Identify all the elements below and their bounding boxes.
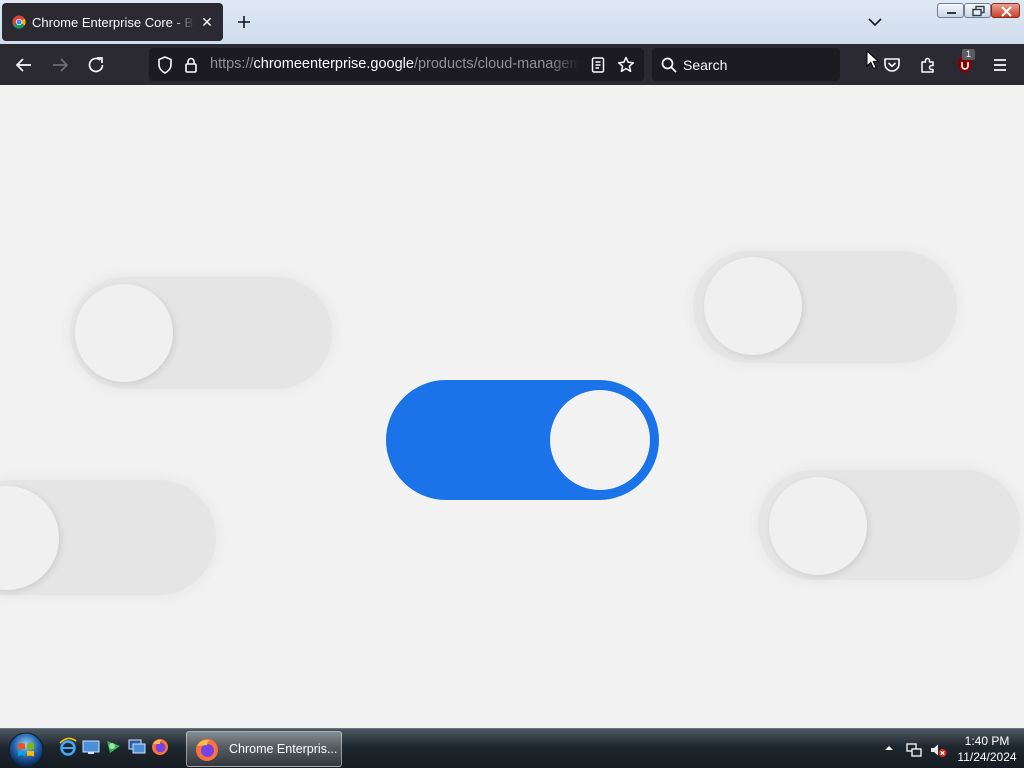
tab-close-button[interactable]: ✕ <box>199 14 215 31</box>
navigation-toolbar: https://chromeenterprise.google/products… <box>0 44 1024 85</box>
minimize-icon <box>947 12 956 14</box>
pocket-icon[interactable] <box>880 53 904 77</box>
tab-title: Chrome Enterprise Core - Browser Managem… <box>32 14 195 30</box>
volume-muted-icon[interactable] <box>929 741 947 759</box>
close-icon <box>1001 6 1012 17</box>
list-all-tabs-button[interactable] <box>864 11 886 33</box>
decorative-toggle-off <box>0 480 216 595</box>
extension-badge-count: 1 <box>962 49 975 60</box>
url-scheme: https:// <box>210 56 254 72</box>
taskbar-firefox-window-button[interactable]: Chrome Enterpris... <box>186 731 342 767</box>
address-bar[interactable]: https://chromeenterprise.google/products… <box>149 48 644 81</box>
decorative-toggle-off <box>70 277 332 389</box>
reader-view-icon[interactable] <box>588 55 608 75</box>
app-menu-hamburger-icon[interactable] <box>988 53 1012 77</box>
back-button[interactable] <box>12 53 36 77</box>
internet-explorer-icon[interactable] <box>58 737 78 757</box>
clock-date: 11/24/2024 <box>957 750 1017 764</box>
firefox-quicklaunch-icon[interactable] <box>150 737 170 757</box>
show-desktop-icon[interactable] <box>81 737 101 757</box>
network-icon[interactable] <box>905 741 923 759</box>
toggle-knob <box>0 486 59 590</box>
page-content <box>0 85 1024 728</box>
mouse-cursor-icon <box>866 50 880 70</box>
lock-icon[interactable] <box>181 55 201 75</box>
search-icon <box>661 57 677 73</box>
tracking-protection-shield-icon[interactable] <box>155 55 175 75</box>
toggle-knob <box>769 477 867 575</box>
start-button[interactable] <box>5 730 47 768</box>
system-clock[interactable]: 1:40 PM 11/24/2024 <box>952 733 1022 765</box>
url-path: /products/cloud-management/ <box>413 56 580 72</box>
restore-window-button[interactable] <box>964 3 991 18</box>
search-placeholder: Search <box>683 57 728 73</box>
tab-strip: Chrome Enterprise Core - Browser Managem… <box>0 0 1024 44</box>
taskbar-window-title: Chrome Enterpris... <box>229 742 338 756</box>
search-input[interactable]: Search <box>652 48 840 81</box>
show-hidden-icons-arrow-icon[interactable] <box>882 741 896 755</box>
new-tab-button[interactable] <box>232 10 256 34</box>
url-host: chromeenterprise.google <box>253 56 414 72</box>
firefox-icon <box>196 739 218 761</box>
url-text[interactable]: https://chromeenterprise.google/products… <box>210 56 580 72</box>
close-window-button[interactable] <box>991 3 1020 18</box>
forward-button[interactable] <box>48 53 72 77</box>
windows-media-icon[interactable] <box>104 737 124 757</box>
minimize-window-button[interactable] <box>937 3 964 18</box>
highlighted-toggle-on <box>386 380 659 500</box>
browser-tab-active[interactable]: Chrome Enterprise Core - Browser Managem… <box>2 3 223 41</box>
chrome-icon <box>12 15 26 29</box>
clock-time: 1:40 PM <box>964 734 1010 748</box>
decorative-toggle-off <box>693 251 957 363</box>
toggle-knob <box>75 284 173 382</box>
bookmark-star-icon[interactable] <box>616 55 636 75</box>
windows-taskbar: Chrome Enterpris... 1:40 PM 11/24/2024 <box>0 728 1024 768</box>
restore-icon <box>972 5 985 17</box>
toggle-knob <box>550 390 650 490</box>
reload-button[interactable] <box>84 53 108 77</box>
switch-windows-icon[interactable] <box>127 737 147 757</box>
extensions-puzzle-icon[interactable] <box>916 53 940 77</box>
decorative-toggle-off <box>758 470 1020 580</box>
toggle-knob <box>704 257 802 355</box>
